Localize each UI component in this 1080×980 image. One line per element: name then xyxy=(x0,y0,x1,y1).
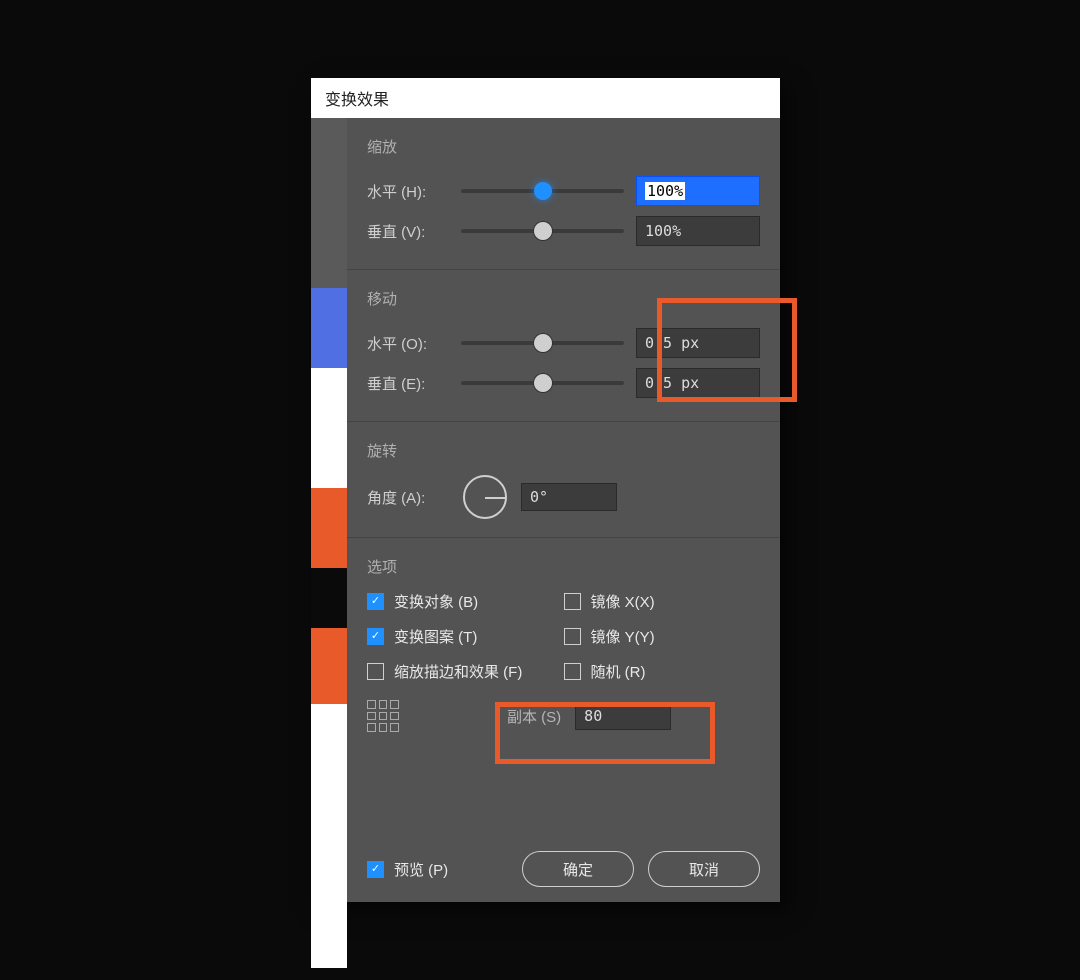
slider-thumb-move-h[interactable] xyxy=(534,334,552,352)
row-move-h: 水平 (O): 0.5 px xyxy=(367,323,760,363)
section-scale-label: 缩放 xyxy=(367,136,760,157)
input-scale-h[interactable]: 100% xyxy=(636,176,760,206)
slider-scale-v[interactable] xyxy=(461,229,624,233)
checkbox-preview[interactable]: 预览 (P) xyxy=(367,859,448,880)
transform-dialog: 变换效果 缩放 水平 (H): 100% 垂直 (V): 100% 移动 水平 … xyxy=(311,78,780,902)
cancel-button[interactable]: 取消 xyxy=(648,851,760,887)
section-rotate: 旋转 角度 (A): 0° xyxy=(347,422,780,538)
section-options: 选项 变换对象 (B) 镜像 X(X) 变换图案 (T) 镜像 Y(Y) 缩放描… xyxy=(347,538,780,750)
angle-dial-icon[interactable] xyxy=(463,475,507,519)
check-icon xyxy=(367,861,384,878)
input-copies[interactable]: 80 xyxy=(575,702,671,730)
section-rotate-label: 旋转 xyxy=(367,440,760,461)
checkbox-scale-strokes[interactable]: 缩放描边和效果 (F) xyxy=(367,661,564,682)
slider-thumb-scale-h[interactable] xyxy=(534,182,552,200)
slider-thumb-move-v[interactable] xyxy=(534,374,552,392)
section-options-label: 选项 xyxy=(367,556,760,577)
section-move-label: 移动 xyxy=(367,288,760,309)
label-move-v: 垂直 (E): xyxy=(367,373,449,394)
ok-button[interactable]: 确定 xyxy=(522,851,634,887)
check-icon xyxy=(564,593,581,610)
slider-move-h[interactable] xyxy=(461,341,624,345)
row-scale-v: 垂直 (V): 100% xyxy=(367,211,760,251)
label-copies: 副本 (S) xyxy=(507,706,561,727)
label-scale-h: 水平 (H): xyxy=(367,181,449,202)
row-copies: 副本 (S) 80 xyxy=(367,700,760,732)
checkbox-mirror-x[interactable]: 镜像 X(X) xyxy=(564,591,761,612)
section-move: 移动 水平 (O): 0.5 px 垂直 (E): 0.5 px xyxy=(347,270,780,422)
check-icon xyxy=(564,663,581,680)
check-icon xyxy=(367,663,384,680)
checkbox-transform-patterns[interactable]: 变换图案 (T) xyxy=(367,626,564,647)
dialog-body: 缩放 水平 (H): 100% 垂直 (V): 100% 移动 水平 (O): … xyxy=(347,118,780,902)
dialog-title: 变换效果 xyxy=(311,78,780,118)
section-scale: 缩放 水平 (H): 100% 垂直 (V): 100% xyxy=(347,118,780,270)
input-move-v[interactable]: 0.5 px xyxy=(636,368,760,398)
label-angle: 角度 (A): xyxy=(367,487,449,508)
dialog-title-text: 变换效果 xyxy=(325,86,389,110)
check-icon xyxy=(367,628,384,645)
checkbox-random[interactable]: 随机 (R) xyxy=(564,661,761,682)
label-scale-v: 垂直 (V): xyxy=(367,221,449,242)
reference-point-icon[interactable] xyxy=(367,700,399,732)
check-icon xyxy=(564,628,581,645)
label-move-h: 水平 (O): xyxy=(367,333,449,354)
input-move-h[interactable]: 0.5 px xyxy=(636,328,760,358)
checkbox-transform-objects[interactable]: 变换对象 (B) xyxy=(367,591,564,612)
row-angle: 角度 (A): 0° xyxy=(367,475,760,519)
checkbox-mirror-y[interactable]: 镜像 Y(Y) xyxy=(564,626,761,647)
row-move-v: 垂直 (E): 0.5 px xyxy=(367,363,760,403)
input-scale-v[interactable]: 100% xyxy=(636,216,760,246)
slider-scale-h[interactable] xyxy=(461,189,624,193)
slider-thumb-scale-v[interactable] xyxy=(534,222,552,240)
row-scale-h: 水平 (H): 100% xyxy=(367,171,760,211)
slider-move-v[interactable] xyxy=(461,381,624,385)
dialog-footer: 预览 (P) 确定 取消 xyxy=(347,836,780,902)
check-icon xyxy=(367,593,384,610)
input-angle[interactable]: 0° xyxy=(521,483,617,511)
options-grid: 变换对象 (B) 镜像 X(X) 变换图案 (T) 镜像 Y(Y) 缩放描边和效… xyxy=(367,591,760,682)
